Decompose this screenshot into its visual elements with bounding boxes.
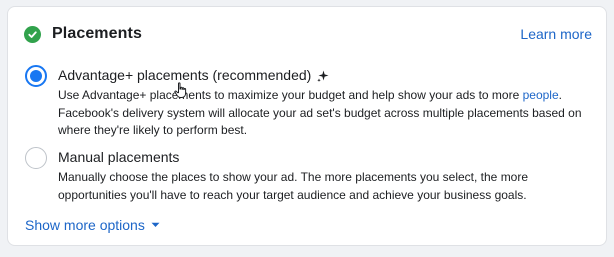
advantage-placements-radio[interactable] — [25, 65, 47, 87]
option-label: Manual placements — [58, 149, 586, 166]
description-text: Use Advantage+ placements to maximize yo… — [58, 88, 523, 102]
show-more-options-button[interactable]: Show more options — [25, 217, 160, 233]
manual-placements-label: Manual placements — [58, 149, 180, 165]
section-title: Placements — [52, 25, 142, 42]
caret-down-icon — [151, 222, 160, 228]
manual-placements-description: Manually choose the places to show your … — [58, 170, 529, 202]
advantage-placements-description: Use Advantage+ placements to maximize yo… — [58, 87, 586, 140]
placements-header: Placements Learn more — [24, 22, 592, 46]
manual-placements-radio[interactable] — [25, 147, 47, 169]
check-icon — [24, 25, 41, 43]
show-more-label: Show more options — [25, 217, 145, 233]
placements-card: Placements Learn more Advantage+ placeme… — [7, 6, 607, 246]
radio-selected-dot — [30, 70, 42, 82]
sparkle-icon — [317, 70, 329, 82]
people-link[interactable]: people — [523, 88, 559, 102]
advantage-placements-label: Advantage+ placements (recommended) — [58, 67, 312, 83]
option-body: Advantage+ placements (recommended) Use … — [58, 67, 586, 140]
option-body: Manual placements Manually choose the pl… — [58, 149, 586, 204]
learn-more-link[interactable]: Learn more — [520, 26, 592, 42]
option-label: Advantage+ placements (recommended) — [58, 67, 586, 84]
